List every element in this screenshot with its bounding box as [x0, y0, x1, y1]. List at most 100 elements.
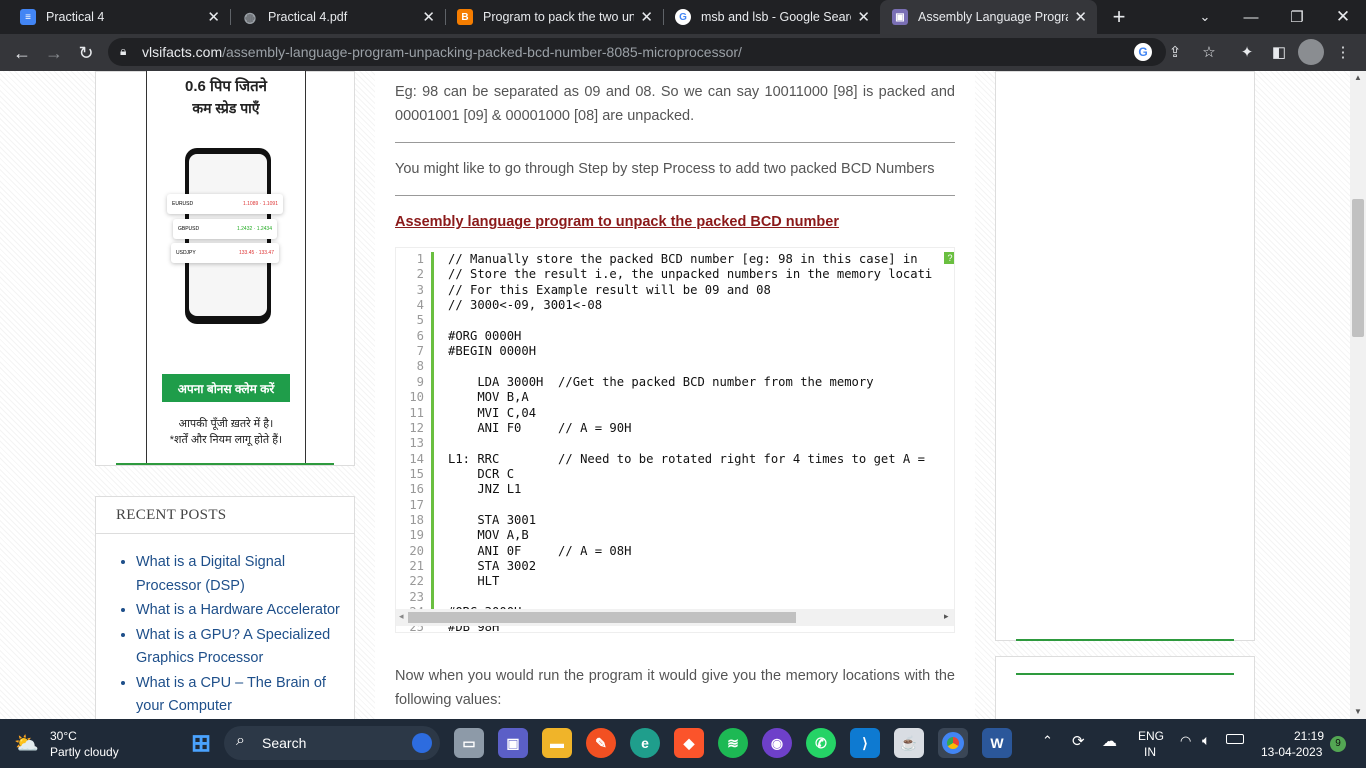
search-label: Search: [262, 735, 307, 751]
line-number: 15: [409, 466, 424, 481]
clock-time[interactable]: 21:19: [1294, 729, 1324, 743]
wifi-icon[interactable]: ◠: [1180, 733, 1191, 749]
tab-practical-4-pdf[interactable]: ◍ Practical 4.pdf ✕: [230, 0, 445, 34]
google-lens-icon[interactable]: G: [1134, 43, 1152, 61]
ad-banner[interactable]: 0.6 पिप जितने कम स्प्रेड पाएँ EURUSD 1.10…: [146, 71, 306, 465]
tab-assembly-language[interactable]: ▣ Assembly Language Program ✕: [880, 0, 1097, 34]
scroll-right-icon[interactable]: ▸: [944, 611, 949, 622]
close-icon[interactable]: ✕: [207, 8, 220, 26]
vscode-icon[interactable]: ⟩: [850, 728, 880, 758]
line-number: 12: [409, 420, 424, 435]
profile-avatar[interactable]: [1298, 39, 1324, 65]
recent-post-link[interactable]: What is a GPU? A Specialized Graphics Pr…: [136, 624, 346, 671]
code-text: MOV A,B: [448, 528, 529, 543]
language-indicator[interactable]: ENG: [1138, 729, 1164, 743]
ad-disclaimer-2: *शर्तें और नियम लागू होते हैं।: [169, 434, 283, 446]
side-panel-icon[interactable]: ◧: [1266, 39, 1292, 65]
article-paragraph: Now when you would run the program it wo…: [395, 668, 955, 708]
code-text: // Manually store the packed BCD number …: [448, 252, 918, 266]
sync-icon[interactable]: ⟳: [1072, 732, 1085, 750]
line-number: 17: [409, 497, 424, 512]
tab-title: Program to pack the two unp: [483, 10, 635, 24]
pen-app-icon[interactable]: ✎: [586, 728, 616, 758]
pair-card: EURUSD 1.1089 · 1.1091: [167, 194, 283, 214]
section-heading: Assembly language program to unpack the …: [395, 214, 839, 230]
spotify-icon[interactable]: ≋: [718, 728, 748, 758]
minimize-icon[interactable]: —: [1228, 0, 1274, 34]
scroll-left-icon[interactable]: ◂: [399, 611, 404, 622]
volume-icon[interactable]: 🔈︎: [1202, 732, 1210, 749]
ad-headline-1: 0.6 पिप जितने: [184, 78, 267, 95]
forward-icon[interactable]: →: [40, 39, 68, 67]
close-icon[interactable]: ✕: [1074, 8, 1087, 26]
weather-text[interactable]: Partly cloudy: [50, 745, 119, 759]
language-region[interactable]: IN: [1144, 745, 1156, 759]
line-number: 6: [416, 328, 424, 343]
code-text: LDA 3000H //Get the packed BCD number fr…: [448, 374, 874, 389]
line-number: 10: [409, 390, 424, 405]
ad-disclaimer-1: आपकी पूँजी ख़तरे में है।: [178, 418, 274, 430]
github-icon[interactable]: ◉: [762, 728, 792, 758]
brave-icon[interactable]: ◆: [674, 728, 704, 758]
close-icon[interactable]: ✕: [640, 8, 653, 26]
code-block[interactable]: 1 // Manually store the packed BCD number…: [395, 247, 955, 633]
address-bar[interactable]: 🔒︎ vlsifacts.com/assembly-language-progr…: [108, 38, 1166, 66]
scroll-down-icon[interactable]: ▼: [1354, 707, 1362, 716]
claim-bonus-button[interactable]: अपना बोनस क्लेम करें: [162, 374, 290, 402]
page-scrollbar[interactable]: ▲ ▼: [1350, 71, 1366, 719]
tab-google-search[interactable]: G msb and lsb - Google Search ✕: [663, 0, 880, 34]
line-number: 9: [416, 374, 424, 389]
temperature[interactable]: 30°C: [50, 729, 77, 743]
extensions-icon[interactable]: ✦: [1234, 39, 1260, 65]
recent-post-link[interactable]: What is a Hardware Accelerator: [136, 599, 346, 623]
tab-program-pack[interactable]: B Program to pack the two unp ✕: [445, 0, 663, 34]
expand-code-icon[interactable]: ?: [944, 252, 954, 264]
start-icon[interactable]: ⊞: [186, 728, 216, 758]
edge-icon[interactable]: e: [630, 728, 660, 758]
back-icon[interactable]: ←: [8, 39, 36, 67]
notification-badge[interactable]: 9: [1330, 736, 1346, 752]
recent-posts-list: What is a Digital Signal Processor (DSP)…: [136, 551, 346, 719]
code-text: #BEGIN 0000H: [448, 344, 537, 359]
new-tab-icon[interactable]: +: [1096, 0, 1142, 34]
share-icon[interactable]: ⇪: [1162, 39, 1188, 65]
globe-icon: ◍: [243, 8, 257, 25]
teams-icon[interactable]: ▣: [498, 728, 528, 758]
whatsapp-icon[interactable]: ✆: [806, 728, 836, 758]
scroll-up-icon[interactable]: ▲: [1354, 73, 1362, 82]
chrome-icon[interactable]: [938, 728, 968, 758]
task-view-icon[interactable]: ▭: [454, 728, 484, 758]
clock-date[interactable]: 13-04-2023: [1261, 745, 1322, 759]
word-icon[interactable]: W: [982, 728, 1012, 758]
close-icon[interactable]: ✕: [857, 8, 870, 26]
recent-post-link[interactable]: What is a Digital Signal Processor (DSP): [136, 551, 346, 598]
recent-post-link[interactable]: What is a CPU – The Brain of your Comput…: [136, 672, 346, 719]
pair-card: GBPUSD 1.2432 · 1.2434: [173, 219, 277, 239]
tab-bar: ≡ Practical 4 ✕ ◍ Practical 4.pdf ✕ B Pr…: [0, 0, 1366, 34]
tab-search-icon[interactable]: ⌄: [1182, 0, 1228, 34]
bookmark-star-icon[interactable]: ☆: [1196, 39, 1222, 65]
code-text: // Store the result i.e, the unpacked nu…: [448, 267, 933, 282]
java-icon[interactable]: ☕: [894, 728, 924, 758]
file-explorer-icon[interactable]: ▬: [542, 728, 572, 758]
restore-icon[interactable]: ❐: [1274, 0, 1320, 34]
window-close-icon[interactable]: ✕: [1320, 0, 1366, 34]
ad-widget: 0.6 पिप जितने कम स्प्रेड पाएँ EURUSD 1.10…: [95, 71, 355, 466]
line-number: 11: [409, 405, 424, 420]
google-icon: G: [675, 9, 691, 25]
code-text: DCR C: [448, 466, 515, 481]
battery-icon[interactable]: [1226, 734, 1244, 744]
tab-practical-4[interactable]: ≡ Practical 4 ✕: [8, 0, 230, 34]
onedrive-icon[interactable]: ☁: [1102, 732, 1117, 750]
code-horizontal-scrollbar[interactable]: ◂ ▸: [396, 609, 954, 626]
code-text: JNZ L1: [448, 482, 522, 497]
menu-icon[interactable]: ⋮: [1330, 39, 1356, 65]
url-text[interactable]: vlsifacts.com/assembly-language-program-…: [142, 44, 742, 60]
reload-icon[interactable]: ↻: [72, 39, 100, 67]
web-page: 0.6 पिप जितने कम स्प्रेड पाएँ EURUSD 1.10…: [0, 71, 1350, 719]
scrollbar-thumb[interactable]: [1352, 199, 1364, 337]
related-post-link[interactable]: You might like to go through Step by ste…: [395, 157, 955, 181]
taskbar-search[interactable]: ⌕ Search: [224, 726, 440, 760]
tray-chevron-icon[interactable]: ⌃: [1042, 733, 1053, 749]
close-icon[interactable]: ✕: [422, 8, 435, 26]
